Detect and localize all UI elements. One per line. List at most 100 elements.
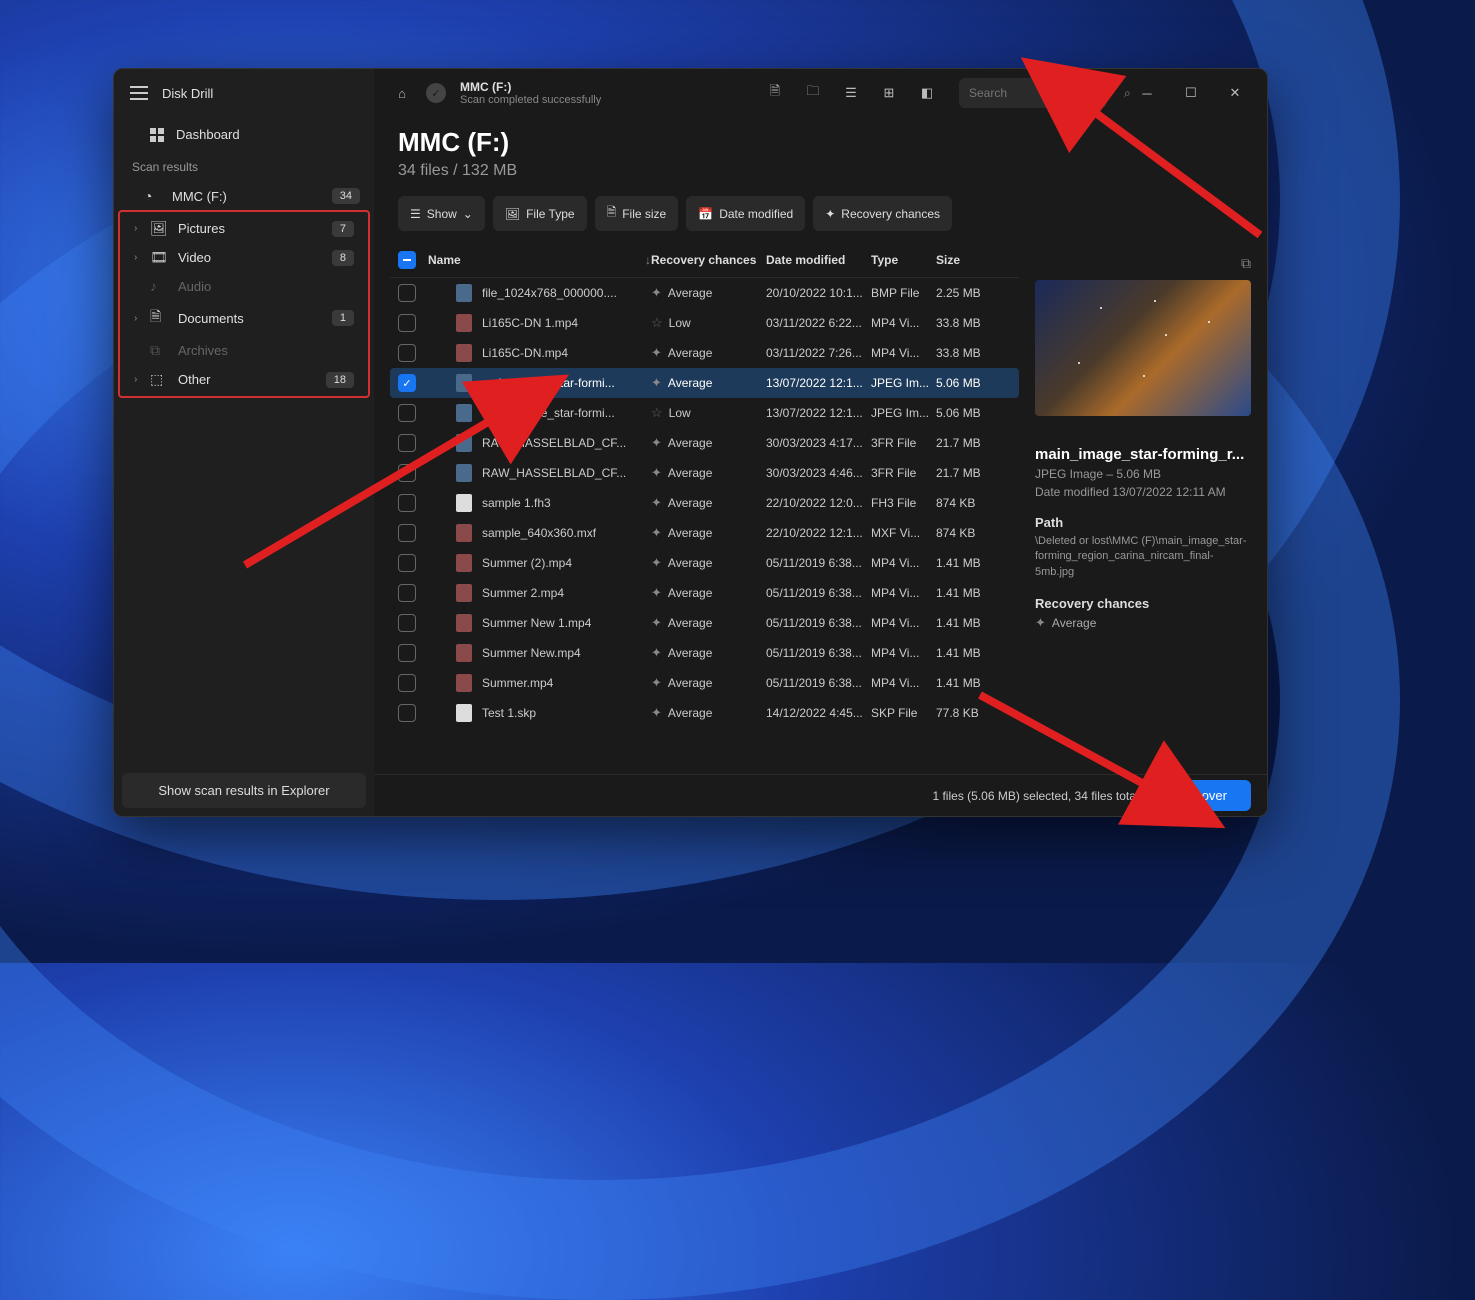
recovery-value: Average [668, 556, 712, 570]
size-value: 5.06 MB [936, 376, 1011, 390]
size-value: 33.8 MB [936, 346, 1011, 360]
size-value: 21.7 MB [936, 436, 1011, 450]
show-in-explorer-button[interactable]: Show scan results in Explorer [122, 773, 366, 808]
chevron-icon: › [134, 374, 148, 385]
table-row[interactable]: Summer.mp4 Average 05/11/2019 6:38... MP… [390, 668, 1019, 698]
file-icon [456, 374, 472, 392]
date-value: 05/11/2019 6:38... [766, 646, 871, 660]
row-checkbox[interactable] [398, 614, 416, 632]
table-row[interactable]: Li165C-DN.mp4 Average 03/11/2022 7:26...… [390, 338, 1019, 368]
document-icon: 🗎 [607, 203, 617, 224]
preview-image [1035, 280, 1251, 416]
table-row[interactable]: Summer 2.mp4 Average 05/11/2019 6:38... … [390, 578, 1019, 608]
table-row[interactable]: main_image_star-formi... Average 13/07/2… [390, 368, 1019, 398]
badge: 18 [326, 372, 354, 388]
hamburger-icon[interactable] [130, 86, 148, 100]
grid-view-icon[interactable]: ⊞ [873, 77, 905, 109]
content-body: Name↓ Recovery chances Date modified Typ… [374, 243, 1267, 774]
date-column-header[interactable]: Date modified [766, 253, 871, 267]
search-box[interactable]: ⌕ [959, 78, 1107, 108]
sidebar-item-other[interactable]: › ⬚ Other 18 [120, 365, 368, 394]
table-row[interactable]: Summer New.mp4 Average 05/11/2019 6:38..… [390, 638, 1019, 668]
dashboard-link[interactable]: Dashboard [114, 117, 374, 152]
popout-icon[interactable]: ⧉ [1035, 255, 1251, 272]
file-icon [456, 404, 472, 422]
list-view-icon[interactable]: ☰ [835, 77, 867, 109]
row-checkbox[interactable] [398, 314, 416, 332]
document-icon: 🗎 [150, 306, 168, 330]
scan-drive-label: MMC (F:) [460, 80, 601, 94]
status-text: 1 files (5.06 MB) selected, 34 files tot… [390, 789, 1155, 803]
star-icon: ✦ [825, 207, 835, 221]
recovery-value: Average [668, 376, 712, 390]
row-checkbox[interactable] [398, 344, 416, 362]
table-body[interactable]: file_1024x768_000000.... Average 20/10/2… [390, 278, 1019, 774]
row-checkbox[interactable] [398, 704, 416, 722]
show-filter-button[interactable]: ☰Show⌄ [398, 196, 485, 231]
split-view-icon[interactable]: ◧ [911, 77, 943, 109]
name-column-header[interactable]: Name↓ [428, 253, 651, 267]
row-checkbox[interactable] [398, 434, 416, 452]
home-icon[interactable]: ⌂ [386, 77, 418, 109]
sidebar-item-documents[interactable]: › 🗎 Documents 1 [120, 300, 368, 336]
table-row[interactable]: Test 1.skp Average 14/12/2022 4:45... SK… [390, 698, 1019, 728]
file-name: main_image_star-formi... [482, 376, 615, 390]
file-name: Summer New 1.mp4 [482, 616, 591, 630]
path-value: \Deleted or lost\MMC (F)\main_image_star… [1035, 534, 1251, 580]
row-checkbox[interactable] [398, 644, 416, 662]
file-icon [456, 314, 472, 332]
filetype-filter-button[interactable]: 🖼File Type [493, 196, 587, 231]
file-icon [456, 284, 472, 302]
row-checkbox[interactable] [398, 374, 416, 392]
star-icon [651, 645, 662, 661]
type-column-header[interactable]: Type [871, 253, 936, 267]
row-checkbox[interactable] [398, 524, 416, 542]
close-icon[interactable]: ✕ [1215, 77, 1255, 109]
other-icon: ⬚ [150, 371, 168, 388]
select-all-checkbox[interactable] [398, 251, 416, 269]
filesize-filter-button[interactable]: 🗎File size [595, 196, 679, 231]
minimize-icon[interactable]: ─ [1127, 77, 1167, 109]
recovery-value: Average [668, 616, 712, 630]
recovery-filter-button[interactable]: ✦Recovery chances [813, 196, 952, 231]
tree-item-root[interactable]: ◔ MMC (F:) 34 [114, 182, 374, 210]
sidebar-item-video[interactable]: › 🎞 Video 8 [120, 243, 368, 272]
row-checkbox[interactable] [398, 674, 416, 692]
size-column-header[interactable]: Size [936, 253, 1011, 267]
star-icon [651, 285, 662, 301]
table-row[interactable]: RAW_HASSELBLAD_CF... Average 30/03/2023 … [390, 428, 1019, 458]
table-row[interactable]: file_1024x768_000000.... Average 20/10/2… [390, 278, 1019, 308]
sidebar-item-pictures[interactable]: › 🖼 Pictures 7 [120, 214, 368, 243]
table-row[interactable]: Li165C-DN 1.mp4 Low 03/11/2022 6:22... M… [390, 308, 1019, 338]
star-icon [651, 315, 663, 331]
drive-icon: ◔ [144, 188, 162, 204]
grid-icon [150, 128, 164, 142]
table-row[interactable]: RAW_HASSELBLAD_CF... Average 30/03/2023 … [390, 458, 1019, 488]
row-checkbox[interactable] [398, 554, 416, 572]
recover-button[interactable]: Recover [1155, 780, 1251, 811]
row-checkbox[interactable] [398, 584, 416, 602]
row-checkbox[interactable] [398, 284, 416, 302]
table-row[interactable]: Summer New 1.mp4 Average 05/11/2019 6:38… [390, 608, 1019, 638]
maximize-icon[interactable]: ☐ [1171, 77, 1211, 109]
statusbar: 1 files (5.06 MB) selected, 34 files tot… [374, 774, 1267, 816]
star-icon [651, 435, 662, 451]
date-filter-button[interactable]: 📅Date modified [686, 196, 805, 231]
file-name: RAW_HASSELBLAD_CF... [482, 436, 626, 450]
table-row[interactable]: sample 1.fh3 Average 22/10/2022 12:0... … [390, 488, 1019, 518]
row-checkbox[interactable] [398, 404, 416, 422]
star-icon [651, 375, 662, 391]
table-row[interactable]: Summer (2).mp4 Average 05/11/2019 6:38..… [390, 548, 1019, 578]
folder-icon[interactable]: 🗀 [797, 77, 829, 109]
date-value: 14/12/2022 4:45... [766, 706, 871, 720]
date-value: 22/10/2022 12:1... [766, 526, 871, 540]
row-checkbox[interactable] [398, 494, 416, 512]
recovery-column-header[interactable]: Recovery chances [651, 253, 766, 267]
recovery-value: Average [668, 526, 712, 540]
file-icon[interactable]: 🗎 [759, 77, 791, 109]
tree-label: Audio [178, 279, 354, 294]
row-checkbox[interactable] [398, 464, 416, 482]
table-row[interactable]: main_image_star-formi... Low 13/07/2022 … [390, 398, 1019, 428]
search-input[interactable] [969, 86, 1124, 100]
table-row[interactable]: sample_640x360.mxf Average 22/10/2022 12… [390, 518, 1019, 548]
